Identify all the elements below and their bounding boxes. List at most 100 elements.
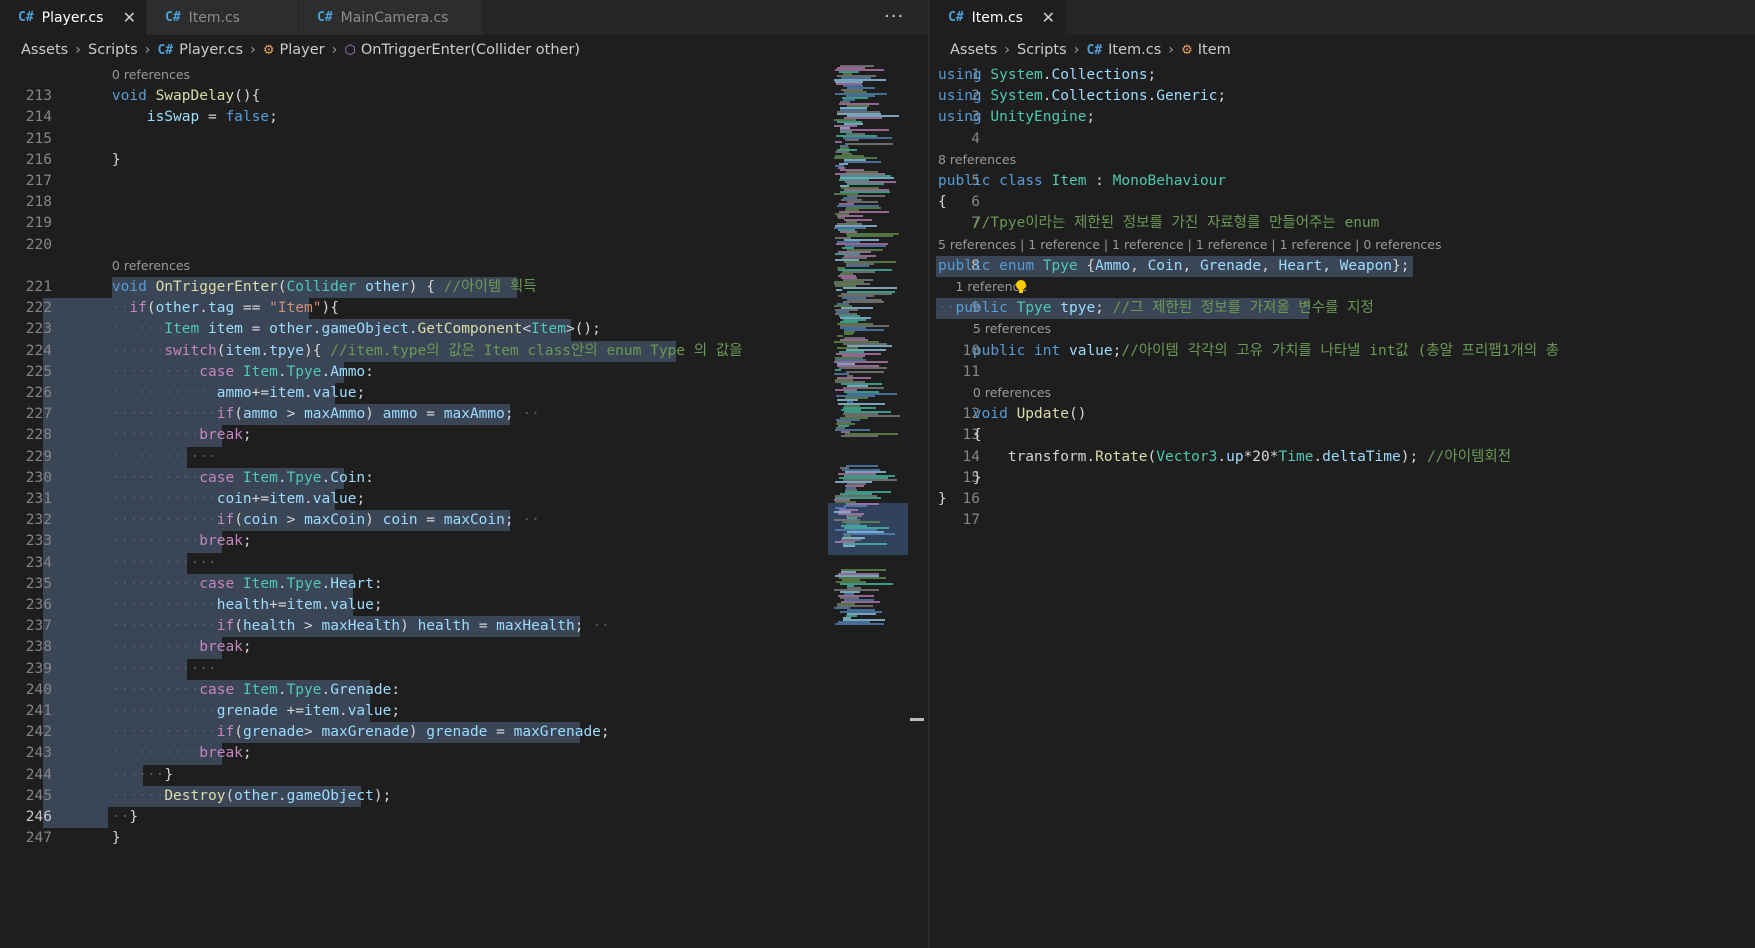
code-line[interactable]: 217 [0, 171, 928, 192]
codelens-references[interactable]: 5 references | 1 reference | 1 reference… [938, 237, 1442, 252]
code-line[interactable]: 244 ······} [0, 764, 928, 786]
code-line[interactable]: 13 { [930, 425, 1755, 446]
breadcrumb-folder-assets[interactable]: Assets [21, 42, 68, 58]
code-line[interactable]: 10 public int value;//아이템 각각의 고유 가치를 나타낼… [930, 341, 1755, 362]
code-line[interactable]: 17 [930, 510, 1755, 531]
code-text: ············coin+=item.value; [111, 491, 366, 507]
codelens-references[interactable]: 0 references [112, 67, 190, 82]
chevron-right-icon: › [1004, 42, 1011, 58]
code-line[interactable]: 216 } [0, 150, 928, 171]
code-line[interactable]: 3 using UnityEngine; [930, 107, 1755, 128]
code-line[interactable]: 227 ············if(ammo > maxAmmo) ammo … [0, 404, 928, 426]
breadcrumb-method[interactable]: OnTriggerEnter(Collider other) [361, 42, 580, 58]
code-text: transform.Rotate(Vector3.up*20*Time.delt… [938, 448, 1512, 465]
class-icon: ⚙ [1181, 42, 1193, 58]
line-number: 220 [25, 236, 52, 253]
code-text: ············if(coin > maxCoin) coin = ma… [111, 512, 540, 529]
breadcrumb-folder-scripts[interactable]: Scripts [88, 42, 138, 58]
code-line[interactable]: 8 public enum Tpye {Ammo, Coin, Grenade, … [930, 255, 1755, 277]
code-line[interactable]: 242 ············if(grenade> maxGrenade) … [0, 722, 928, 744]
code-editor[interactable]: 1 using System.Collections; 2 using System.… [930, 65, 1755, 948]
code-line[interactable]: 237 ············if(health > maxHealth) h… [0, 616, 928, 638]
close-icon[interactable]: ✕ [1042, 8, 1055, 27]
code-line[interactable]: 245 ······Destroy(other.gameObject); [0, 785, 928, 807]
code-line[interactable]: 231 ············coin+=item.value; [0, 489, 928, 511]
code-line[interactable]: 214 isSwap = false; [0, 107, 928, 128]
code-line[interactable]: 11 [930, 362, 1755, 383]
code-line[interactable]: 226 ············ammo+=item.value; [0, 383, 928, 405]
code-line[interactable]: 1 using System.Collections; [930, 65, 1755, 86]
code-line[interactable]: 243 ··········break; [0, 743, 928, 765]
code-line[interactable]: 247 } [0, 828, 928, 849]
line-number: 231 [25, 491, 52, 507]
tab-label: Item.cs [188, 9, 240, 26]
code-text: ··if(other.tag == "Item"){ [111, 300, 339, 317]
code-line[interactable]: 232 ············if(coin > maxCoin) coin … [0, 510, 928, 532]
code-line[interactable]: 12 void Update() [930, 404, 1755, 425]
code-line[interactable]: 15 } [930, 468, 1755, 489]
code-line[interactable]: 213 void SwapDelay(){ [0, 86, 928, 107]
code-line[interactable]: 222 ··if(other.tag == "Item"){ [0, 298, 928, 320]
code-line[interactable]: 221 void OnTriggerEnter(Collider other) … [0, 277, 928, 299]
code-line[interactable]: 236 ············health+=item.value; [0, 595, 928, 617]
code-line[interactable]: 238 ··········break; [0, 637, 928, 659]
code-editor[interactable]: 0 references 213 void SwapDelay(){214 isS… [0, 65, 928, 948]
codelens-references[interactable]: 0 references [973, 385, 1051, 400]
tab-item-cs[interactable]: C# Item.cs ✕ [930, 0, 1066, 35]
codelens-references[interactable]: 8 references [938, 152, 1016, 167]
code-line[interactable]: 9 ··public Tpye tpye; //그 제한된 정보를 가져올 변수를… [930, 298, 1755, 320]
code-line[interactable]: 240 ··········case Item.Tpye.Grenade: [0, 679, 928, 701]
line-number: 216 [25, 151, 52, 168]
code-line[interactable]: 223 ······Item item = other.gameObject.G… [0, 319, 928, 341]
code-line[interactable]: 4 [930, 129, 1755, 150]
code-line[interactable]: 224 ······switch(item.tpye){ //item.type… [0, 340, 928, 362]
close-icon[interactable]: ✕ [123, 8, 136, 27]
code-line[interactable]: 233 ··········break; [0, 531, 928, 553]
code-line[interactable]: 235 ··········case Item.Tpye.Heart: [0, 573, 928, 595]
more-actions-icon[interactable]: ··· [884, 6, 904, 27]
editor-group-right: C# Item.cs ✕ Assets › Scripts › C# Item.… [930, 0, 1755, 948]
breadcrumb-folder-assets[interactable]: Assets [950, 42, 997, 58]
code-line[interactable]: 7 //Tpye이라는 제한된 정보를 가진 자료형를 만들어주는 enum [930, 213, 1755, 234]
code-line[interactable]: 16} [930, 489, 1755, 510]
code-line[interactable]: 6{ [930, 192, 1755, 213]
code-line[interactable]: 230 ··········case Item.Tpye.Coin: [0, 467, 928, 489]
code-line[interactable]: 234 ············ [0, 552, 928, 574]
code-line[interactable]: 218 [0, 192, 928, 213]
code-line[interactable]: 229 ············ [0, 446, 928, 468]
tab-maincamera-cs[interactable]: C# MainCamera.cs [299, 0, 483, 35]
line-number: 243 [25, 745, 52, 762]
codelens-references[interactable]: 5 references [973, 321, 1051, 336]
breadcrumb: Assets › Scripts › C# Item.cs › ⚙ Item [930, 35, 1755, 65]
code-line[interactable]: 225 ··········case Item.Tpye.Ammo: [0, 361, 928, 383]
code-text: ··········break; [111, 745, 252, 762]
minimap-line [843, 287, 897, 289]
code-line[interactable]: 2 using System.Collections.Generic; [930, 86, 1755, 107]
csharp-icon: C# [1086, 42, 1103, 58]
csharp-icon: C# [157, 42, 174, 58]
minimap-line [845, 143, 893, 145]
breadcrumb-file[interactable]: Item.cs [1108, 42, 1161, 58]
code-line[interactable]: 219 [0, 213, 928, 234]
breadcrumb-class[interactable]: Item [1198, 42, 1231, 58]
code-text: } [77, 830, 121, 847]
code-line[interactable]: 239 ············ [0, 658, 928, 680]
lightbulb-icon[interactable] [1014, 279, 1028, 295]
breadcrumb-file[interactable]: Player.cs [179, 42, 243, 58]
minimap[interactable] [828, 65, 908, 948]
codelens-references[interactable]: 0 references [112, 258, 190, 273]
code-line[interactable]: 5 public class Item : MonoBehaviour [930, 171, 1755, 192]
vertical-scrollbar[interactable] [908, 65, 926, 948]
tab-player-cs[interactable]: C# Player.cs ✕ [0, 0, 147, 35]
tab-item-cs[interactable]: C# Item.cs [147, 0, 299, 35]
breadcrumb-folder-scripts[interactable]: Scripts [1017, 42, 1067, 58]
code-line[interactable]: 228 ··········break; [0, 425, 928, 447]
code-line[interactable]: 14 transform.Rotate(Vector3.up*20*Time.d… [930, 447, 1755, 468]
line-number: 234 [25, 554, 52, 571]
code-line[interactable]: 220 [0, 235, 928, 256]
code-line[interactable]: 246 ··} [0, 807, 928, 829]
scrollbar-thumb[interactable] [910, 718, 924, 721]
code-line[interactable]: 215 [0, 129, 928, 150]
breadcrumb-class[interactable]: Player [280, 42, 325, 58]
code-line[interactable]: 241 ············grenade +=item.value; [0, 701, 928, 723]
